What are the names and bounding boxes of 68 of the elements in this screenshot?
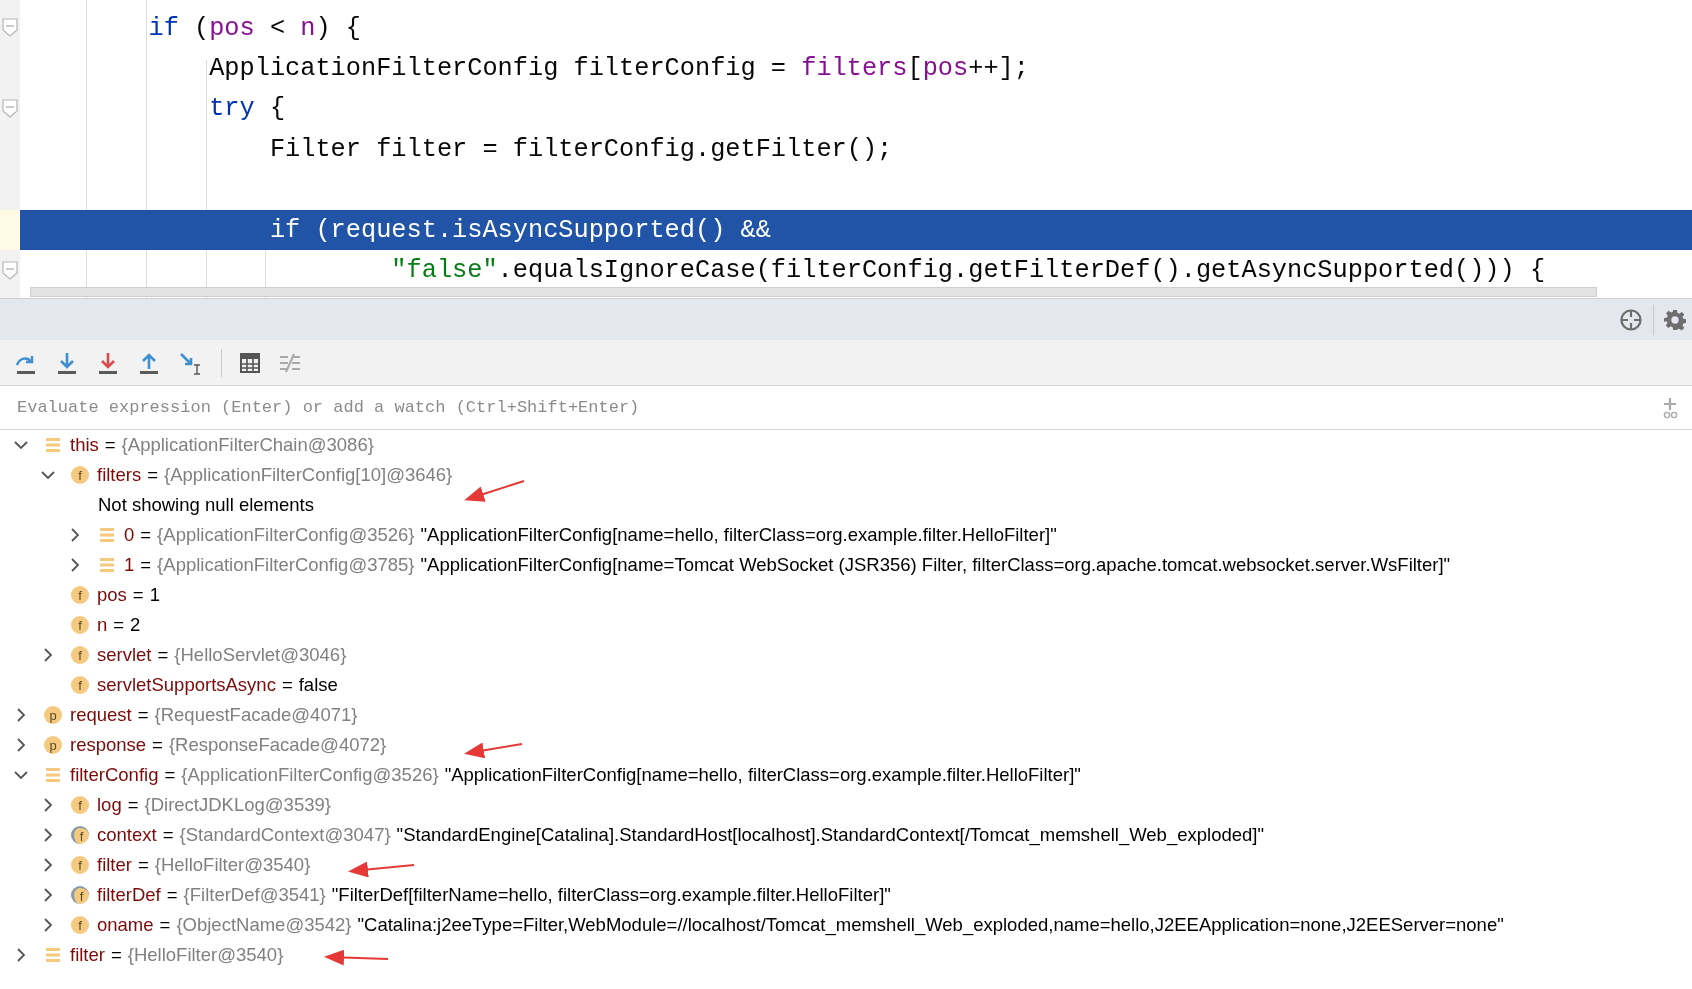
horizontal-scrollbar[interactable] [30, 287, 1597, 297]
current-line-gutter-highlight [0, 209, 20, 251]
variable-entry[interactable]: n = 2 [97, 611, 141, 639]
chevron-right-icon[interactable] [14, 948, 28, 962]
chevron-right-icon[interactable] [68, 558, 82, 572]
field-badge-icon: f [71, 616, 89, 634]
fold-marker-icon[interactable] [2, 260, 18, 281]
variable-entry[interactable]: log = {DirectJDKLog@3539} [97, 791, 331, 819]
field-badge-icon: f [71, 916, 89, 934]
variable-entry[interactable]: filters = {ApplicationFilterConfig[10]@3646} [97, 461, 453, 489]
annotation-arrow [348, 861, 415, 878]
crosshair-icon[interactable] [1619, 307, 1643, 332]
stacked-bars-icon [99, 527, 115, 543]
annotation-arrow [464, 742, 523, 759]
chevron-right-icon[interactable] [14, 738, 28, 752]
stacked-bars-icon [45, 437, 61, 453]
field-badge-icon: f [71, 466, 89, 484]
chevron-right-icon[interactable] [41, 888, 55, 902]
variable-entry[interactable]: 0 = {ApplicationFilterConfig@3526} "ApplicationFilterConfig[name=hello, filterClass=org.example.filter.HelloFilter]" [124, 521, 1057, 549]
code-line: "false".equalsIgnoreCase(filterConfig.getFilterDef().getAsyncSupported())) { [390, 257, 1546, 284]
variable-entry[interactable]: response = {ResponseFacade@4072} [70, 731, 387, 759]
variable-entry[interactable]: this = {ApplicationFilterChain@3086} [70, 431, 374, 459]
variable-entry[interactable]: filter = {HelloFilter@3540} [70, 941, 284, 969]
code-line: if (pos < n) { [147, 15, 361, 41]
variable-entry[interactable]: oname = {ObjectName@3542} "Catalina:j2eeType=Filter,WebModule=//localhost/Tomcat_memshell_Web_exploded,name=hello,J2EEApplication=none,J2EEServer=none" [97, 911, 1504, 939]
variable-entry[interactable]: 1 = {ApplicationFilterConfig@3785} "ApplicationFilterConfig[name=Tomcat WebSocket (JSR356) Filter, filterClass=org.apache.tomcat.websocket.server.WsFilter]" [124, 551, 1451, 579]
variable-entry[interactable]: filter = {HelloFilter@3540} [97, 851, 311, 879]
step-into-icon[interactable] [55, 350, 79, 375]
chevron-right-icon[interactable] [14, 708, 28, 722]
field-badge-icon: f [71, 586, 89, 604]
stacked-bars-icon [45, 767, 61, 783]
code-line: ApplicationFilterConfig filterConfig = filters[pos++]; [208, 55, 1029, 82]
variable-entry[interactable]: pos = 1 [97, 581, 160, 609]
annotation-arrow [464, 480, 525, 502]
chevron-right-icon[interactable] [41, 828, 55, 842]
variable-entry[interactable]: servlet = {HelloServlet@3046} [97, 641, 347, 669]
variable-entry[interactable]: request = {RequestFacade@4071} [70, 701, 358, 729]
field-badge-icon: f [71, 646, 89, 664]
stacked-bars-icon [45, 947, 61, 963]
code-line: Filter filter = filterConfig.getFilter(); [268, 136, 893, 162]
chevron-down-icon[interactable] [41, 468, 55, 482]
calculator-icon[interactable] [239, 351, 261, 374]
chevron-down-icon[interactable] [14, 438, 28, 452]
chevron-right-icon[interactable] [41, 798, 55, 812]
chevron-right-icon[interactable] [68, 528, 82, 542]
force-step-into-icon[interactable] [96, 350, 120, 375]
variable-entry[interactable]: context = {StandardContext@3047} "StandardEngine[Catalina].StandardHost[localhost].StandardContext[/Tomcat_memshell_Web_exploded]" [97, 821, 1264, 849]
chevron-down-icon[interactable] [14, 768, 28, 782]
code-line: try { [208, 96, 286, 122]
variable-entry[interactable]: filterConfig = {ApplicationFilterConfig@3526} "ApplicationFilterConfig[name=hello, filterClass=org.example.filter.HelloFilter]" [70, 761, 1081, 789]
chevron-right-icon[interactable] [41, 858, 55, 872]
annotation-arrow [324, 949, 389, 966]
fold-marker-icon[interactable] [2, 98, 18, 119]
variable-entry[interactable]: servletSupportsAsync = false [97, 671, 338, 699]
field-badge-icon: p [44, 736, 62, 754]
chevron-right-icon[interactable] [41, 648, 55, 662]
tree-message: Not showing null elements [98, 493, 314, 518]
field-badge-icon: p [44, 706, 62, 724]
field-badge-icon: f [71, 856, 89, 874]
stacked-bars-icon [99, 557, 115, 573]
field-badge-icon: f [71, 796, 89, 814]
field-badge-with-mark-icon: f [71, 886, 89, 904]
variable-entry[interactable]: filterDef = {FilterDef@3541} "FilterDef[filterName=hello, filterClass=org.example.filter.HelloFilter]" [97, 881, 891, 909]
settings-icon[interactable] [1664, 308, 1686, 331]
field-badge-icon: f [71, 676, 89, 694]
code-line: if (request.isAsyncSupported() && [268, 217, 771, 243]
field-badge-with-mark-icon: f [71, 826, 89, 844]
chevron-right-icon[interactable] [41, 918, 55, 932]
